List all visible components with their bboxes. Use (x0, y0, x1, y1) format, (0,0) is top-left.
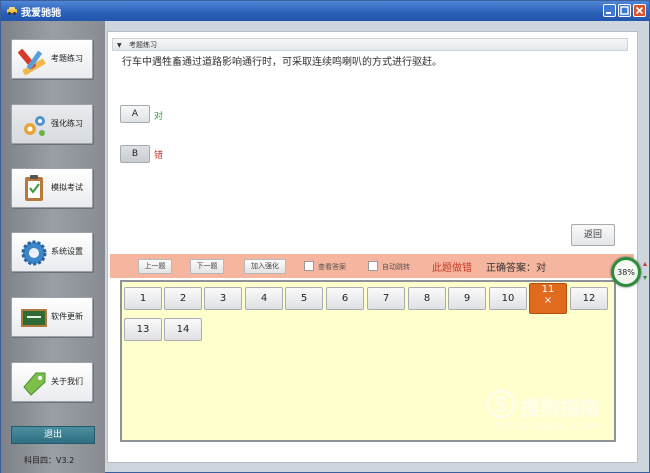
minimize-button[interactable] (603, 4, 616, 17)
gear-icon (21, 240, 47, 266)
sidebar-item-label: 强化练习 (51, 119, 83, 128)
close-button[interactable] (633, 4, 646, 17)
back-button[interactable]: 返回 (571, 224, 615, 246)
answer-toolbar: 上一题 下一题 加入强化 查看答案 自动跳转 此题做错 正确答案：对 (110, 254, 634, 278)
question-number-button[interactable]: 8 (408, 287, 446, 310)
question-text: 行车中遇牲畜通过道路影响通行时，可采取连续鸣喇叭的方式进行驱赶。 (122, 57, 442, 68)
collapse-arrow-icon[interactable]: ▼ (117, 42, 122, 49)
question-number-button[interactable]: 13 (124, 318, 162, 341)
version-label: 科目四：V3.2 (24, 456, 75, 465)
panel-title: 考题练习 (129, 41, 157, 49)
show-answer-label: 查看答案 (318, 263, 346, 271)
gears-icon (24, 116, 45, 136)
maximize-button[interactable] (618, 4, 631, 17)
prev-question-button[interactable]: 上一题 (138, 259, 172, 274)
sidebar-item-settings[interactable]: 系统设置 (11, 232, 93, 272)
sogou-logo-icon (486, 389, 516, 419)
option-b-button[interactable]: B (120, 145, 150, 163)
progress-indicator: 38% (611, 257, 641, 287)
sidebar-item-intensive-practice[interactable]: 强化练习 (11, 104, 93, 144)
sidebar-item-exam-practice[interactable]: 考题练习 (11, 39, 93, 79)
wrong-status: 此题做错 (432, 263, 472, 274)
option-a-button[interactable]: A (120, 105, 150, 123)
sidebar-item-update[interactable]: 软件更新 (11, 297, 93, 337)
sidebar-item-label: 软件更新 (51, 312, 83, 321)
question-number-button[interactable]: 4 (245, 287, 283, 310)
question-number-button[interactable]: 6 (326, 287, 364, 310)
watermark: 搜狗指南 zhinan.sogou.com (486, 389, 631, 432)
question-number-button[interactable]: 14 (164, 318, 202, 341)
car-icon (7, 7, 17, 15)
question-number-button[interactable]: 10 (489, 287, 527, 310)
option-a-text: 对 (154, 112, 164, 122)
sidebar-item-label: 考题练习 (51, 54, 83, 63)
watermark-text: 搜狗指南 (520, 396, 600, 420)
question-number-button[interactable]: 5 (285, 287, 323, 310)
sidebar-item-label: 关于我们 (51, 377, 83, 386)
chalkboard-icon (21, 309, 47, 327)
exit-button[interactable]: 退出 (11, 426, 95, 444)
question-number: 11 (541, 284, 555, 295)
next-question-button[interactable]: 下一题 (190, 259, 224, 274)
maximize-icon (620, 6, 629, 15)
pencil-ruler-icon (18, 49, 46, 76)
window-title: 我爱驰驰 (21, 8, 61, 19)
question-number-button[interactable]: 9 (448, 287, 486, 310)
correct-answer: 正确答案：对 (486, 263, 546, 274)
progress-percent: 38% (617, 268, 635, 277)
auto-jump-label: 自动跳转 (382, 263, 410, 271)
watermark-url: zhinan.sogou.com (496, 419, 597, 432)
sidebar-item-about[interactable]: 关于我们 (11, 362, 93, 402)
tag-icon (23, 372, 46, 396)
option-b-text: 错 (154, 151, 164, 161)
sidebar: 考题练习 强化练习 模拟考试 系统设置 软件更新 关于我们 退出 科目四：V3.… (1, 21, 105, 473)
panel-header[interactable]: ▼ 考题练习 (112, 38, 628, 51)
wrong-mark-icon: × (543, 295, 553, 306)
question-number-button[interactable]: 2 (164, 287, 202, 310)
auto-jump-checkbox[interactable] (368, 261, 378, 271)
close-icon (635, 6, 644, 15)
question-number-button[interactable]: 7 (367, 287, 405, 310)
sidebar-item-label: 模拟考试 (51, 183, 83, 192)
question-number-button[interactable]: 3 (204, 287, 242, 310)
clipboard-icon (25, 175, 43, 201)
sidebar-item-mock-exam[interactable]: 模拟考试 (11, 168, 93, 208)
current-question-button[interactable]: 11 × (529, 283, 567, 314)
title-bar[interactable]: 我爱驰驰 (1, 1, 649, 21)
add-to-intensive-button[interactable]: 加入强化 (244, 259, 286, 274)
app-window: 我爱驰驰 考题练习 强化练习 模拟考试 系统设置 软件更新 关于我们 退出 科目… (0, 0, 650, 473)
expand-arrows-icon[interactable] (642, 261, 648, 281)
question-number-button[interactable]: 1 (124, 287, 162, 310)
sidebar-item-label: 系统设置 (51, 247, 83, 256)
show-answer-checkbox[interactable] (304, 261, 314, 271)
minimize-icon (606, 12, 611, 14)
question-number-button[interactable]: 12 (570, 287, 608, 310)
